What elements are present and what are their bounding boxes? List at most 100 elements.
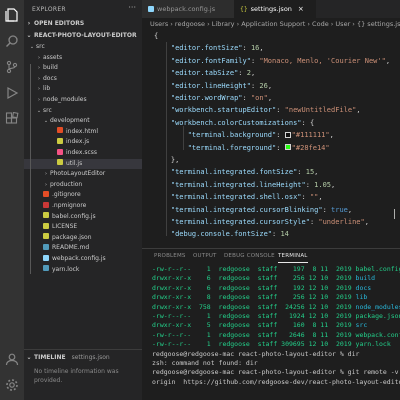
chevron-right-icon: ›	[45, 181, 47, 188]
panel-tab-terminal[interactable]: TERMINAL	[278, 249, 308, 263]
terminal-field-user: redgoose	[218, 265, 258, 273]
tree-item[interactable]: › node_modules	[24, 95, 142, 106]
tree-item[interactable]: ⌄ development	[24, 116, 142, 127]
tree-item[interactable]: › assets	[24, 53, 142, 64]
code-line: "terminal.integrated.cursorStyle": "unde…	[142, 216, 400, 228]
code-line: {	[142, 30, 400, 42]
tree-item[interactable]: ⌄ src	[24, 42, 142, 53]
scss-file-icon	[57, 148, 63, 155]
tree-item[interactable]: package.json	[24, 233, 142, 244]
code-token: "terminal.integrated.fontSize"	[170, 168, 298, 177]
terminal-field-group: staff	[257, 312, 282, 320]
tree-item-label: src	[36, 43, 45, 50]
terminal-line: -rw-r--r-- 1 redgoose staff 1924 12 10 2…	[152, 312, 400, 321]
chevron-down-icon: ⌄	[43, 118, 49, 125]
terminal-field-user: redgoose	[218, 330, 258, 339]
code-editor[interactable]: { "editor.fontSize": 16, "editor.fontFam…	[142, 30, 400, 248]
timeline-section[interactable]: ⌄ TIMELINE settings.json	[24, 352, 142, 363]
code-token: "#28fe14"	[291, 143, 330, 152]
code-token: :	[238, 69, 247, 78]
terminal-line: drwxr-xr-x 6 redgoose staff 256 12 10 20…	[152, 274, 375, 283]
terminal-field-size: 160	[281, 321, 309, 330]
account-icon[interactable]	[5, 352, 19, 366]
code-token: "terminal.foreground"	[187, 143, 277, 152]
breadcrumb[interactable]: Users › redgoose › Library › Application…	[150, 19, 400, 29]
timeline-message: No timeline information was provided.	[34, 368, 119, 384]
chevron-down-icon: ⌄	[26, 32, 32, 39]
tree-item[interactable]: ⌄ src	[24, 106, 142, 117]
terminal-line: drwxr-xr-x 758 redgoose staff 24256 12 1…	[152, 303, 400, 312]
code-token: true	[331, 205, 348, 214]
explorer-more-icon[interactable]: ···	[128, 3, 136, 12]
chevron-right-icon: ›	[45, 171, 47, 178]
tree-item[interactable]: .npmignore	[24, 201, 142, 212]
tree-item[interactable]: index.scss	[24, 148, 142, 159]
terminal-field-size: 197	[281, 265, 309, 273]
json-file-icon	[43, 233, 49, 240]
terminal-line: drwxr-xr-x 8 redgoose staff 256 12 10 20…	[152, 293, 367, 302]
terminal-field-group: staff	[257, 283, 282, 292]
tree-item[interactable]: › PhotoLayoutEditor	[24, 169, 142, 180]
open-editors-section[interactable]: › OPEN EDITORS	[24, 18, 142, 29]
debug-icon[interactable]	[5, 86, 19, 100]
npm-file-icon	[43, 201, 49, 208]
panel-tab-output[interactable]: OUTPUT	[193, 249, 217, 263]
search-icon[interactable]	[5, 34, 19, 48]
close-icon[interactable]: ×	[298, 0, 304, 18]
extensions-icon[interactable]	[5, 112, 19, 126]
terminal-field-name: lib	[355, 293, 368, 302]
tree-item[interactable]: LICENSE	[24, 222, 142, 233]
chevron-right-icon: ›	[38, 54, 40, 61]
code-line: "workbench.startupEditor": "newUntitledF…	[142, 104, 400, 116]
color-swatch[interactable]	[284, 144, 291, 151]
code-token: "terminal.integrated.shell.osx"	[170, 193, 302, 202]
tab-settings-json[interactable]: {} settings.json ×	[234, 0, 316, 18]
tree-item-label: util.js	[66, 159, 83, 167]
tree-item[interactable]: .gitignore	[24, 190, 142, 201]
terminal-line: zsh: command not found: dir	[152, 359, 258, 367]
yarn-file-icon	[43, 265, 49, 272]
tree-item[interactable]: index.html	[24, 127, 142, 138]
code-line: "terminal.integrated.fontSize": 15,	[142, 166, 400, 178]
tree-item[interactable]: › lib	[24, 84, 142, 95]
md-file-icon	[43, 243, 49, 250]
code-token: "editor.fontSize"	[170, 44, 243, 53]
chevron-down-icon: ⌄	[36, 107, 42, 114]
terminal-field-perm: drwxr-xr-x	[152, 283, 196, 292]
panel-tab-debug-console[interactable]: DEBUG CONSOLE	[224, 249, 275, 263]
timeline-label: TIMELINE	[34, 354, 66, 361]
terminal-field-size: 24256	[281, 302, 309, 311]
tree-item[interactable]: index.js	[24, 137, 142, 148]
chevron-down-icon: ⌄	[26, 354, 32, 361]
terminal-field-date: 8 11 2019	[308, 265, 356, 273]
tree-item[interactable]: › build	[24, 63, 142, 74]
terminal-field-perm: -rw-r--r--	[152, 265, 196, 273]
tree-item[interactable]: webpack.config.js	[24, 254, 142, 265]
code-token: "terminal.integrated.lineHeight"	[170, 180, 306, 189]
source-control-icon[interactable]	[5, 60, 19, 74]
tree-item[interactable]: util.js	[24, 158, 142, 170]
terminal-field-name: node_modules	[355, 302, 400, 311]
tree-item[interactable]: › docs	[24, 74, 142, 85]
tree-item[interactable]: README.md	[24, 243, 142, 254]
tree-item[interactable]: › production	[24, 180, 142, 191]
tab-webpack-config[interactable]: webpack.config.js	[142, 0, 234, 18]
terminal-field-name: yarn.lock	[355, 340, 391, 349]
tree-item[interactable]: yarn.lock	[24, 265, 142, 276]
tree-item-label: yarn.lock	[52, 265, 80, 273]
panel-tab-problems[interactable]: PROBLEMS	[154, 249, 186, 263]
tree-item[interactable]: babel.config.js	[24, 212, 142, 223]
terminal-field-group: staff	[257, 340, 282, 349]
code-token: :	[322, 205, 332, 214]
project-section[interactable]: ⌄ REACT-PHOTO-LAYOUT-EDITOR	[24, 30, 142, 41]
terminal-field-size: 192	[281, 283, 309, 292]
terminal-field-n: 6	[195, 274, 219, 283]
files-icon[interactable]	[5, 8, 19, 22]
settings-gear-icon[interactable]	[5, 378, 19, 392]
terminal-field-user: redgoose	[218, 340, 258, 349]
tab-bar: webpack.config.js {} settings.json ×	[142, 0, 400, 18]
color-swatch[interactable]	[284, 131, 291, 138]
